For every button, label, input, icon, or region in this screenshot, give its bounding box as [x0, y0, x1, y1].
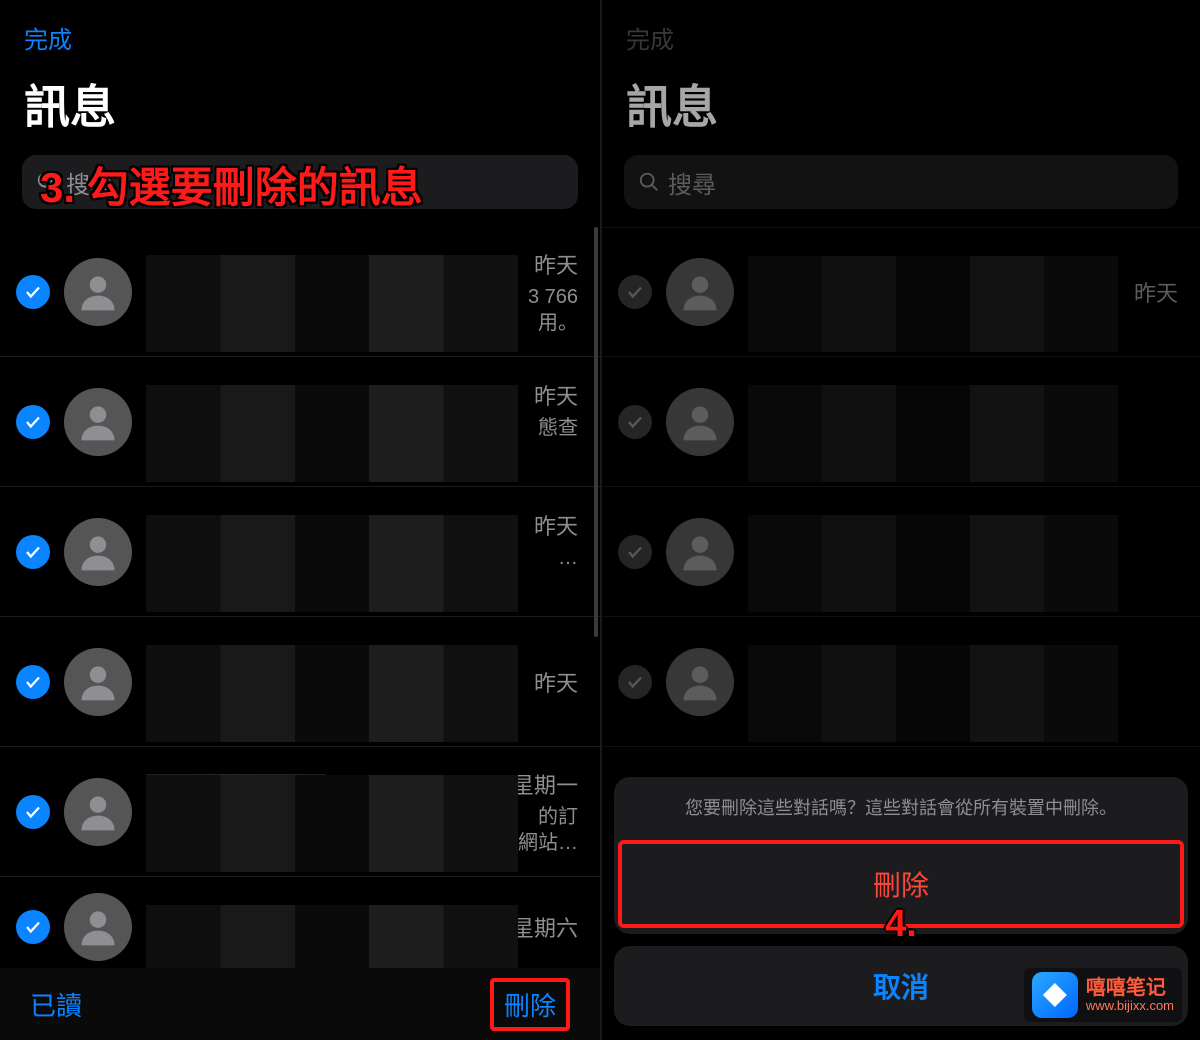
- watermark-logo-icon: [1032, 972, 1078, 1018]
- person-icon: [76, 905, 120, 949]
- avatar: [64, 893, 132, 961]
- message-body: 昨天: [146, 617, 578, 746]
- watermark-title: 嘻嘻笔记: [1086, 977, 1174, 999]
- watermark-url: www.bijixx.com: [1086, 999, 1174, 1013]
- message-time: 昨天: [534, 509, 578, 541]
- message-body: 1922 昨天 3 766 用。: [146, 227, 578, 356]
- message-row[interactable]: 昨天 態查: [0, 357, 600, 487]
- mark-read-button[interactable]: 已讀: [30, 986, 82, 1023]
- message-body: 昨天 …: [146, 487, 578, 616]
- phone-left: 完成 訊息 搜尋 3. 勾選要刪除的訊息 1922: [0, 0, 600, 1040]
- message-time: 昨天: [534, 379, 578, 411]
- checkmark-icon: [24, 673, 42, 691]
- message-time: 昨天: [534, 666, 578, 698]
- person-icon: [76, 660, 120, 704]
- message-body: 昨天 態查: [146, 357, 578, 486]
- page-title: 訊息: [0, 65, 600, 155]
- message-row[interactable]: 1922 昨天 3 766 用。: [0, 227, 600, 357]
- message-row[interactable]: 星期六: [0, 877, 600, 977]
- message-time: 星期六: [512, 911, 578, 943]
- watermark: 嘻嘻笔记 www.bijixx.com: [1024, 968, 1182, 1022]
- avatar: [64, 778, 132, 846]
- checkbox[interactable]: [16, 405, 50, 439]
- message-time: 星期一: [512, 768, 578, 800]
- checkbox[interactable]: [16, 795, 50, 829]
- checkbox[interactable]: [16, 275, 50, 309]
- checkmark-icon: [24, 803, 42, 821]
- avatar: [64, 258, 132, 326]
- checkbox[interactable]: [16, 535, 50, 569]
- message-time: 昨天: [534, 248, 578, 280]
- checkbox[interactable]: [16, 665, 50, 699]
- checkmark-icon: [24, 543, 42, 561]
- messages-list: 1922 昨天 3 766 用。 昨天: [0, 227, 600, 977]
- blurred-content: [146, 905, 518, 972]
- message-preview-tail: 的訂 網站…: [146, 804, 578, 856]
- checkmark-icon: [24, 918, 42, 936]
- comparison-container: 完成 訊息 搜尋 3. 勾選要刪除的訊息 1922: [0, 0, 1200, 1040]
- checkbox[interactable]: [16, 910, 50, 944]
- phone-right: 完成 訊息 搜尋 1922 昨天: [600, 0, 1200, 1040]
- action-sheet-message: 您要刪除這些對話嗎？這些對話會從所有裝置中刪除。: [614, 777, 1188, 840]
- bottom-toolbar: 已讀 刪除: [0, 968, 600, 1040]
- message-preview-tail: 態查: [146, 415, 578, 465]
- blurred-content: [146, 645, 518, 742]
- person-icon: [76, 530, 120, 574]
- person-icon: [76, 270, 120, 314]
- avatar: [64, 518, 132, 586]
- message-body: 星期一 的訂 網站…: [146, 747, 578, 876]
- annotation-step4: 4.: [885, 903, 917, 946]
- checkmark-icon: [24, 413, 42, 431]
- message-row[interactable]: 星期一 的訂 網站…: [0, 747, 600, 877]
- person-icon: [76, 790, 120, 834]
- done-button[interactable]: 完成: [0, 0, 600, 65]
- message-row[interactable]: 昨天: [0, 617, 600, 747]
- message-body: 星期六: [146, 877, 578, 976]
- avatar: [64, 648, 132, 716]
- checkmark-icon: [24, 283, 42, 301]
- message-row[interactable]: 昨天 …: [0, 487, 600, 617]
- message-preview-tail: 3 766 用。: [146, 284, 578, 336]
- avatar: [64, 388, 132, 456]
- scrollbar[interactable]: [594, 227, 598, 637]
- annotation-step3: 3. 勾選要刪除的訊息: [40, 154, 423, 215]
- delete-button[interactable]: 刪除: [490, 978, 570, 1031]
- person-icon: [76, 400, 120, 444]
- message-preview-tail: …: [146, 545, 578, 595]
